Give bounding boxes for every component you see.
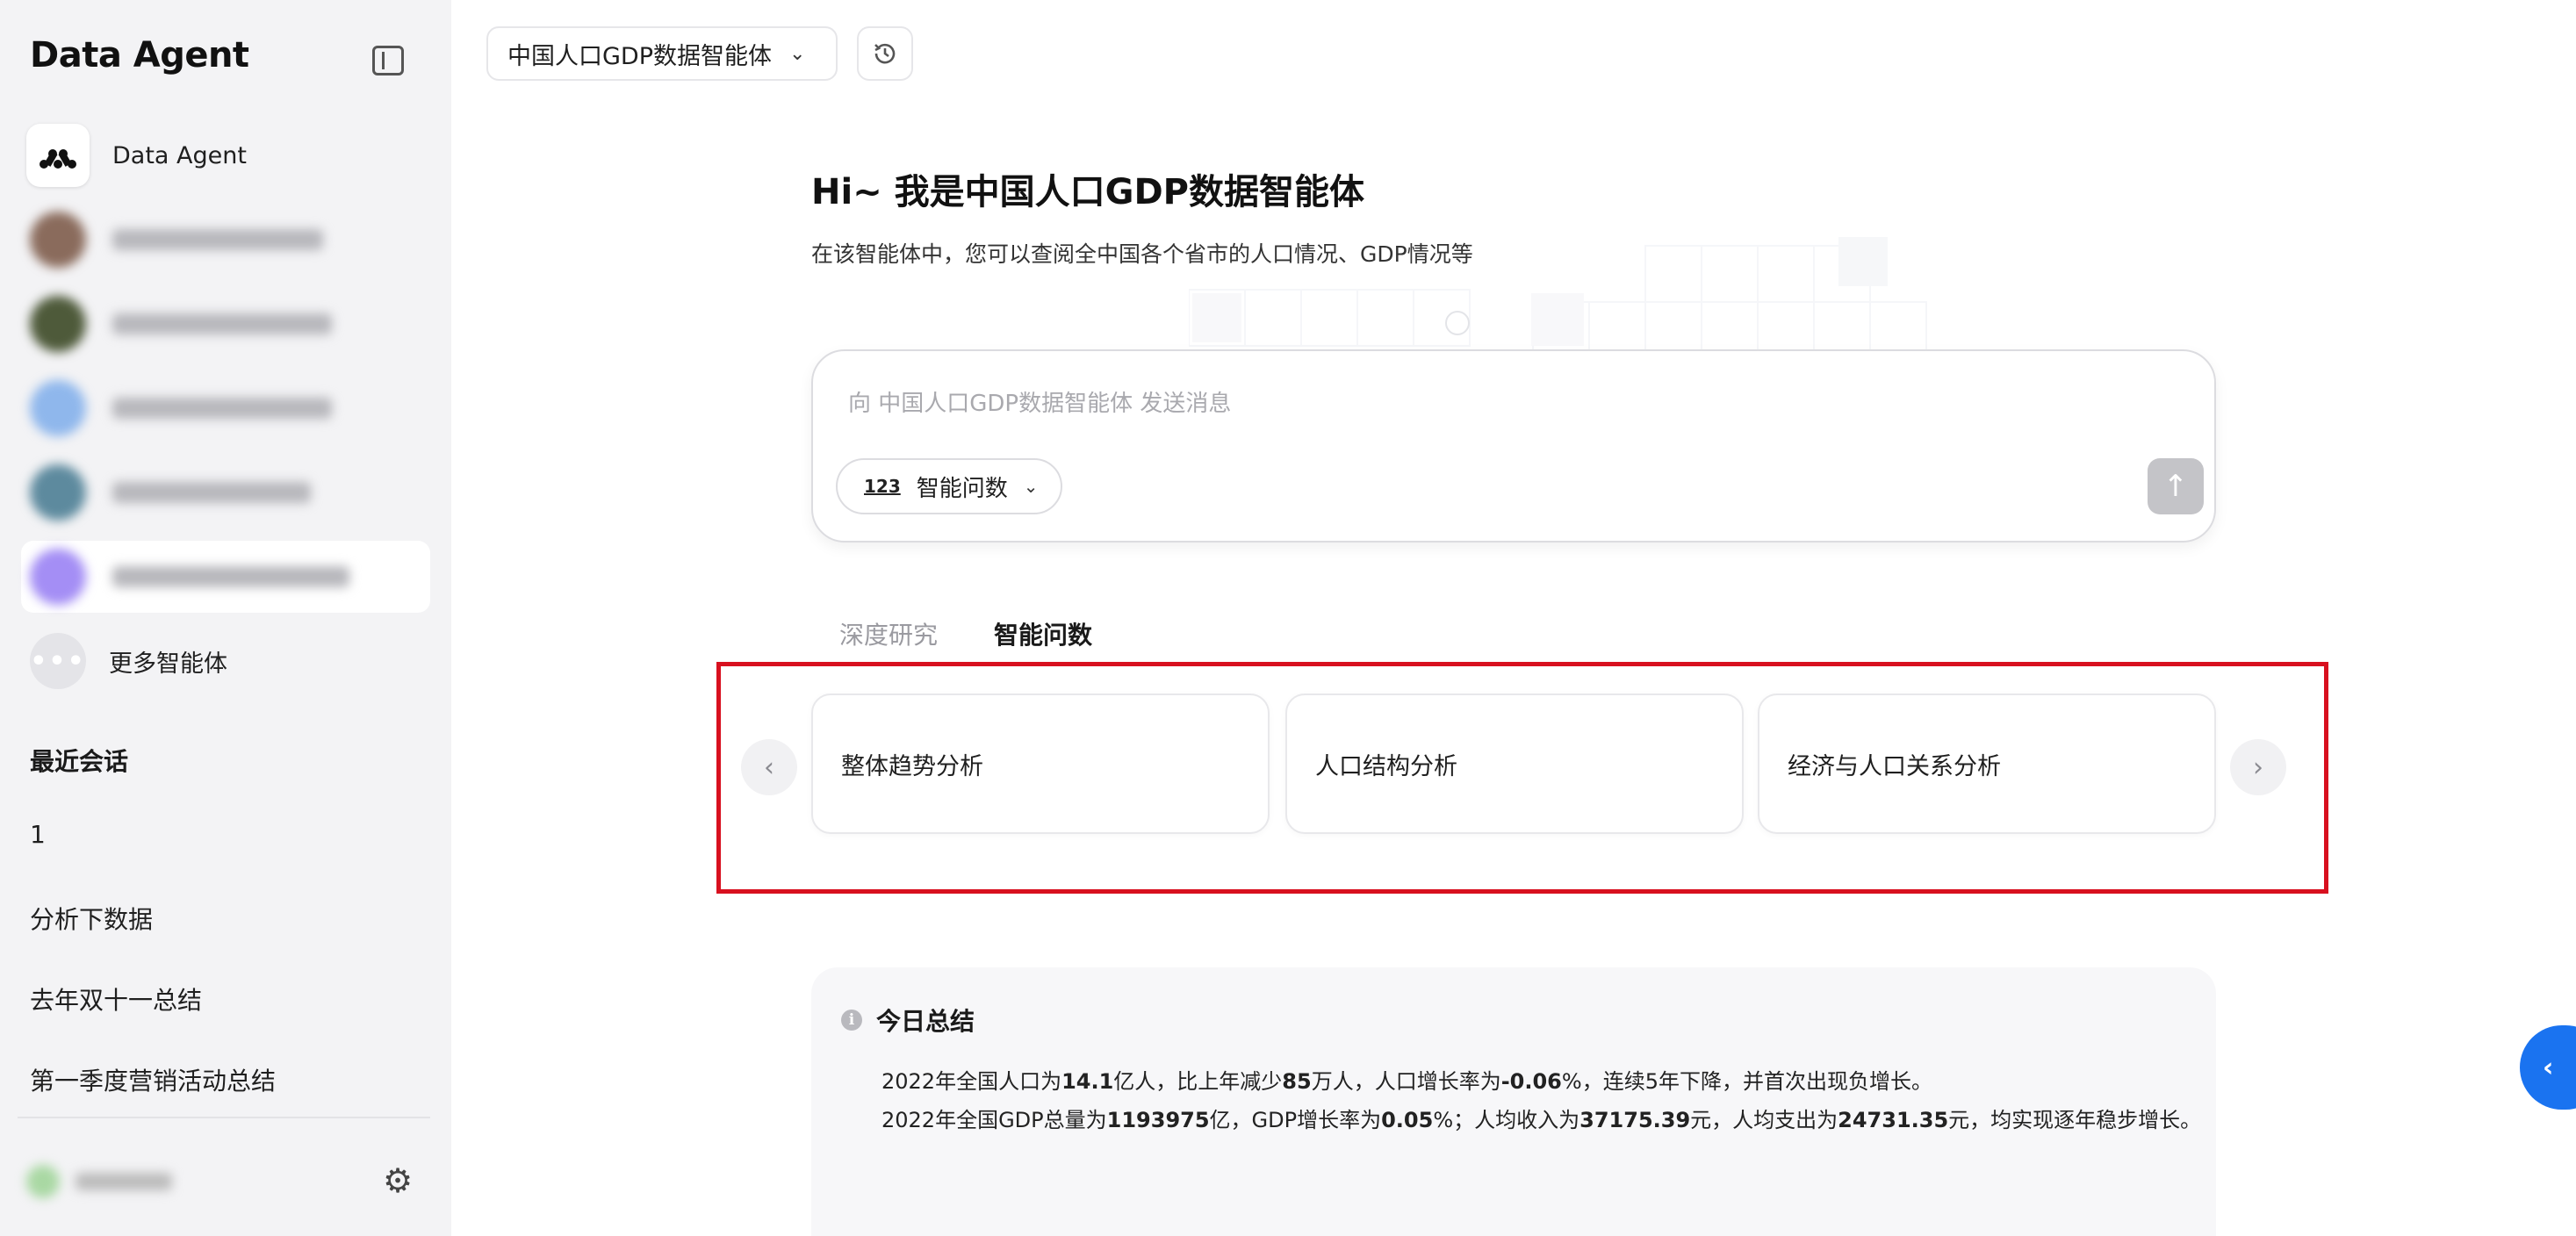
- data-agent-logo-icon: [26, 124, 90, 187]
- tab-smart-query[interactable]: 智能问数: [994, 616, 1092, 651]
- history-icon: [874, 43, 896, 64]
- main-content: 中国人口GDP数据智能体 ⌄ Hi~ 我是中国人口GDP数据智能体 在该智能体中…: [451, 0, 2576, 1236]
- more-agents-label: 更多智能体: [109, 650, 227, 678]
- summary-line-gdp: 2022年全国GDP总量为1193975亿，GDP增长率为0.05%；人均收入为…: [881, 1108, 2202, 1132]
- suggestion-card[interactable]: 经济与人口关系分析: [1758, 693, 2216, 834]
- sidebar: Data Agent Data Agent ••• 更多智能体 最近会话 1 分…: [0, 0, 451, 1236]
- brand-title: Data Agent: [30, 35, 249, 75]
- agent-label: Data Agent: [112, 141, 247, 169]
- sidebar-collapse-icon[interactable]: [372, 46, 404, 75]
- sidebar-agent-blurred[interactable]: [21, 204, 430, 276]
- summary-line-population: 2022年全国人口为14.1亿人，比上年减少85万人，人口增长率为-0.06%，…: [881, 1069, 1932, 1094]
- recent-sessions-title: 最近会话: [30, 747, 129, 776]
- more-agents-button[interactable]: ••• 更多智能体: [21, 625, 430, 697]
- recent-session-item[interactable]: 分析下数据: [30, 901, 153, 936]
- arrow-up-icon: ↑: [2162, 469, 2189, 504]
- chevron-left-icon: ‹: [764, 751, 774, 783]
- sidebar-agent-blurred[interactable]: [21, 456, 430, 528]
- summary-header: i 今日总结: [841, 1002, 975, 1038]
- chevron-down-icon: ⌄: [789, 42, 806, 65]
- sidebar-agent-data-agent[interactable]: Data Agent: [21, 119, 430, 191]
- settings-gear-icon[interactable]: ⚙: [381, 1164, 414, 1197]
- agent-selector-label: 中国人口GDP数据智能体: [507, 42, 772, 70]
- carousel-prev-button[interactable]: ‹: [741, 739, 797, 795]
- chevron-down-icon: ⌄: [1023, 476, 1039, 497]
- agent-selector-dropdown[interactable]: 中国人口GDP数据智能体 ⌄: [486, 26, 838, 81]
- number-123-icon: 123: [864, 476, 901, 497]
- history-button[interactable]: [857, 26, 913, 81]
- greeting-subtitle: 在该智能体中，您可以查阅全中国各个省市的人口情况、GDP情况等: [811, 241, 1473, 267]
- carousel-next-button[interactable]: ›: [2230, 739, 2286, 795]
- summary-title: 今日总结: [876, 1007, 975, 1036]
- greeting-title: Hi~ 我是中国人口GDP数据智能体: [811, 172, 1364, 212]
- sidebar-agent-blurred[interactable]: [21, 288, 430, 360]
- tab-deep-research[interactable]: 深度研究: [839, 616, 938, 651]
- recent-session-item[interactable]: 1: [30, 820, 46, 849]
- mode-selector-label: 智能问数: [916, 475, 1008, 502]
- sidebar-divider: [18, 1117, 430, 1118]
- info-icon: i: [841, 1010, 862, 1031]
- recent-session-item[interactable]: 第一季度营销活动总结: [30, 1062, 276, 1097]
- sidebar-agent-selected[interactable]: [21, 541, 430, 613]
- mode-selector-button[interactable]: 123 智能问数 ⌄: [836, 458, 1062, 514]
- app-window: Data Agent Data Agent ••• 更多智能体 最近会话 1 分…: [0, 0, 2576, 1236]
- message-input[interactable]: [848, 386, 2077, 421]
- sidebar-agent-blurred[interactable]: [21, 372, 430, 444]
- daily-summary-panel: i 今日总结 2022年全国人口为14.1亿人，比上年减少85万人，人口增长率为…: [811, 967, 2216, 1236]
- recent-session-item[interactable]: 去年双十一总结: [30, 981, 202, 1017]
- more-dots-icon: •••: [30, 633, 86, 689]
- chevron-left-icon: ‹: [2543, 1052, 2554, 1083]
- send-button[interactable]: ↑: [2148, 458, 2204, 514]
- user-profile[interactable]: [26, 1164, 193, 1199]
- suggestion-card[interactable]: 人口结构分析: [1285, 693, 1744, 834]
- chevron-right-icon: ›: [2253, 751, 2263, 783]
- suggestion-card[interactable]: 整体趋势分析: [811, 693, 1270, 834]
- chat-composer: 123 智能问数 ⌄ ↑: [811, 349, 2216, 543]
